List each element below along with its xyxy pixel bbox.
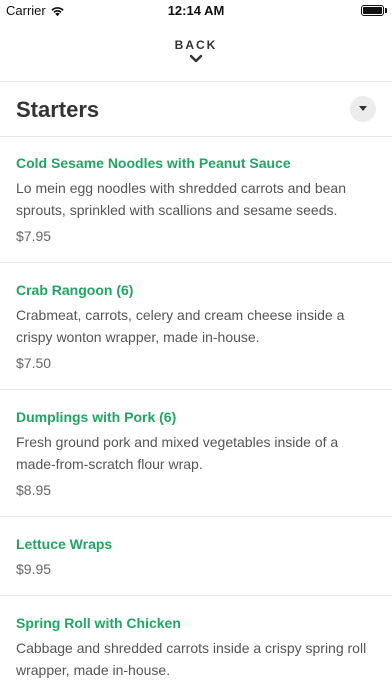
item-name: Dumplings with Pork (6) — [16, 409, 177, 425]
caret-down-icon — [359, 106, 367, 111]
item-price: $8.95 — [16, 482, 52, 498]
menu-item[interactable]: Cold Sesame Noodles with Peanut Sauce Lo… — [0, 136, 392, 263]
section-title: Starters — [16, 97, 100, 122]
item-price: $7.95 — [16, 228, 52, 244]
menu-item[interactable]: Lettuce Wraps $9.95 — [0, 517, 392, 596]
item-price: $9.95 — [16, 561, 52, 577]
section-collapse-button[interactable] — [350, 96, 376, 122]
menu-item-list: Cold Sesame Noodles with Peanut Sauce Lo… — [0, 136, 392, 696]
item-name: Lettuce Wraps — [16, 536, 113, 552]
chevron-down-icon — [189, 54, 203, 63]
item-name: Spring Roll with Chicken — [16, 615, 181, 631]
item-description: Cabbage and shredded carrots inside a cr… — [16, 640, 367, 678]
back-button[interactable]: BACK — [0, 30, 392, 82]
menu-item[interactable]: Spring Roll with Chicken Cabbage and shr… — [0, 596, 392, 696]
menu-item[interactable]: Dumplings with Pork (6) Fresh ground por… — [0, 390, 392, 517]
battery-tip — [385, 8, 387, 13]
item-description: Fresh ground pork and mixed vegetables i… — [16, 434, 339, 472]
section-header[interactable]: Starters — [0, 82, 392, 136]
item-description: Crabmeat, carrots, celery and cream chee… — [16, 307, 345, 345]
status-time: 12:14 AM — [167, 3, 225, 18]
item-price: $7.50 — [16, 355, 52, 371]
menu-item[interactable]: Crab Rangoon (6) Crabmeat, carrots, cele… — [0, 263, 392, 390]
back-label: BACK — [174, 38, 218, 52]
item-name: Cold Sesame Noodles with Peanut Sauce — [16, 155, 291, 171]
item-description: Lo mein egg noodles with shredded carrot… — [16, 180, 346, 218]
item-name: Crab Rangoon (6) — [16, 282, 134, 298]
status-bar: Carrier 12:14 AM — [0, 0, 392, 22]
battery-icon — [361, 5, 384, 16]
